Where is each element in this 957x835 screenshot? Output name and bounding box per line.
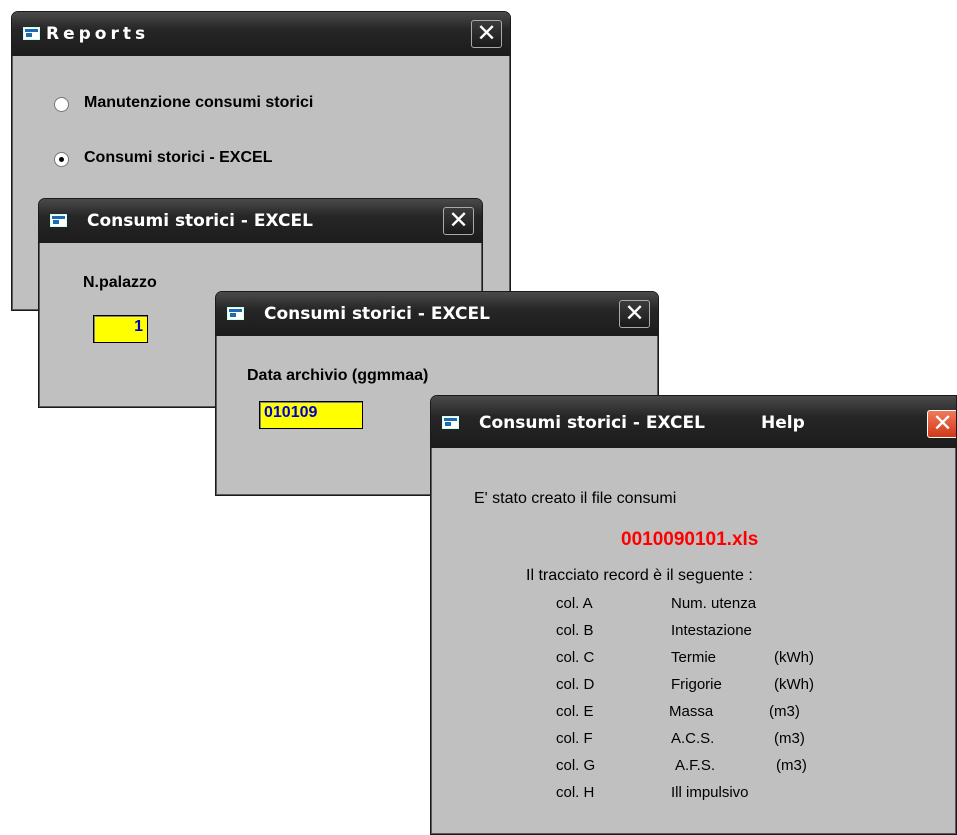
column-desc: A.C.S. <box>671 730 715 747</box>
palazzo-title: Consumi storici - EXCEL <box>87 211 313 231</box>
window-app-icon <box>50 214 67 227</box>
close-button[interactable]: ✕ <box>443 207 474 235</box>
close-button[interactable]: ✕ <box>927 409 956 438</box>
window-app-icon <box>442 416 459 429</box>
column-unit: (kWh) <box>774 676 814 693</box>
column-code: col. A <box>556 595 593 612</box>
column-code: col. C <box>556 649 595 666</box>
close-button[interactable]: ✕ <box>619 300 650 328</box>
reports-titlebar[interactable]: Reports ✕ <box>12 12 510 56</box>
column-desc: Termie <box>671 649 717 666</box>
option-label-manutenzione[interactable]: Manutenzione consumi storici <box>84 94 313 112</box>
record-intro: Il tracciato record è il seguente : <box>526 567 753 584</box>
radio-manutenzione[interactable] <box>54 97 69 112</box>
column-unit: (m3) <box>776 757 807 774</box>
close-button[interactable]: ✕ <box>471 20 502 48</box>
reports-title: Reports <box>46 24 150 44</box>
close-icon: ✕ <box>624 299 645 327</box>
data-label: Data archivio (ggmmaa) <box>247 367 429 384</box>
filename-text: 0010090101.xls <box>621 529 759 550</box>
close-icon: ✕ <box>448 206 469 234</box>
column-desc: Frigorie <box>671 676 722 693</box>
column-desc: Massa <box>669 703 714 720</box>
column-unit: (m3) <box>774 730 805 747</box>
close-icon: ✕ <box>476 19 497 47</box>
palazzo-titlebar[interactable]: Consumi storici - EXCEL ✕ <box>39 199 482 243</box>
help-title: Consumi storici - EXCEL <box>479 413 705 433</box>
column-unit: (kWh) <box>774 649 814 666</box>
column-code: col. F <box>556 730 593 747</box>
help-menu[interactable]: Help <box>761 413 805 433</box>
data-input[interactable]: 010109 <box>259 401 363 429</box>
window-app-icon <box>227 307 244 320</box>
column-unit: (m3) <box>769 703 800 720</box>
palazzo-input[interactable]: 1 <box>93 315 148 343</box>
option-label-consumi-excel[interactable]: Consumi storici - EXCEL <box>84 149 272 167</box>
column-code: col. D <box>556 676 595 693</box>
close-icon: ✕ <box>932 409 953 437</box>
help-titlebar[interactable]: Consumi storici - EXCEL Help ✕ <box>431 396 956 448</box>
column-desc: Ill impulsivo <box>671 784 749 801</box>
column-code: col. G <box>556 757 596 774</box>
column-code: col. B <box>556 622 594 639</box>
data-titlebar[interactable]: Consumi storici - EXCEL ✕ <box>216 292 658 336</box>
column-desc: Num. utenza <box>671 595 757 612</box>
column-desc: A.F.S. <box>675 757 716 774</box>
palazzo-label: N.palazzo <box>83 274 157 291</box>
column-code: col. H <box>556 784 595 801</box>
message-text: E' stato creato il file consumi <box>474 490 677 507</box>
data-title: Consumi storici - EXCEL <box>264 304 490 324</box>
help-window: Consumi storici - EXCEL Help ✕ E' stato … <box>430 395 957 835</box>
window-app-icon <box>23 27 40 40</box>
column-code: col. E <box>556 703 594 720</box>
radio-consumi-excel[interactable] <box>54 152 69 167</box>
column-desc: Intestazione <box>671 622 752 639</box>
